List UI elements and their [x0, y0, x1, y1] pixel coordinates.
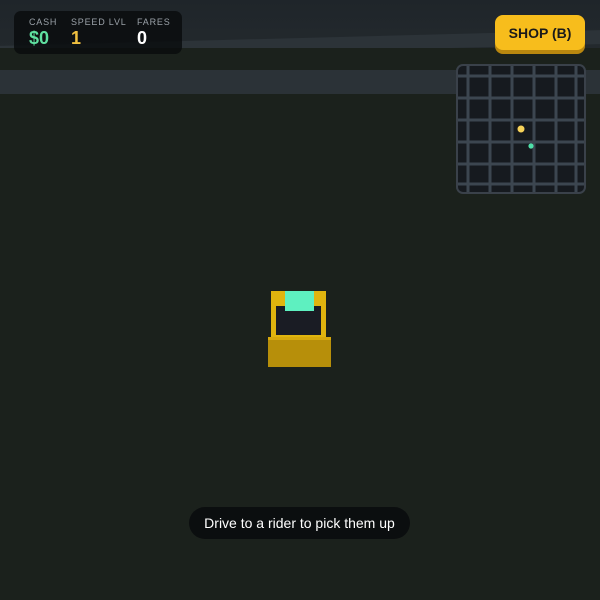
cash-stat: CASH $0 [29, 17, 57, 48]
fares-label: FARES [137, 17, 171, 27]
taxi-bumper [268, 337, 331, 367]
minimap [456, 64, 586, 194]
game-scene: CASH $0 SPEED LVL 1 FARES 0 SHOP (B) Dri… [0, 0, 600, 600]
player-taxi [268, 291, 332, 367]
rider-marker [528, 143, 534, 149]
speed-level-value: 1 [71, 28, 82, 48]
cash-label: CASH [29, 17, 58, 27]
fares-stat: FARES 0 [137, 17, 171, 48]
stats-hud: CASH $0 SPEED LVL 1 FARES 0 [14, 11, 182, 54]
taxi-sign [285, 291, 314, 311]
fares-value: 0 [137, 28, 148, 48]
speed-level-stat: SPEED LVL 1 [71, 17, 127, 48]
shop-button[interactable]: SHOP (B) [495, 15, 585, 50]
speed-level-label: SPEED LVL [71, 17, 127, 27]
hint-message: Drive to a rider to pick them up [189, 507, 410, 539]
player-marker [516, 124, 526, 134]
minimap-grid [458, 66, 584, 192]
cash-value: $0 [29, 28, 50, 48]
